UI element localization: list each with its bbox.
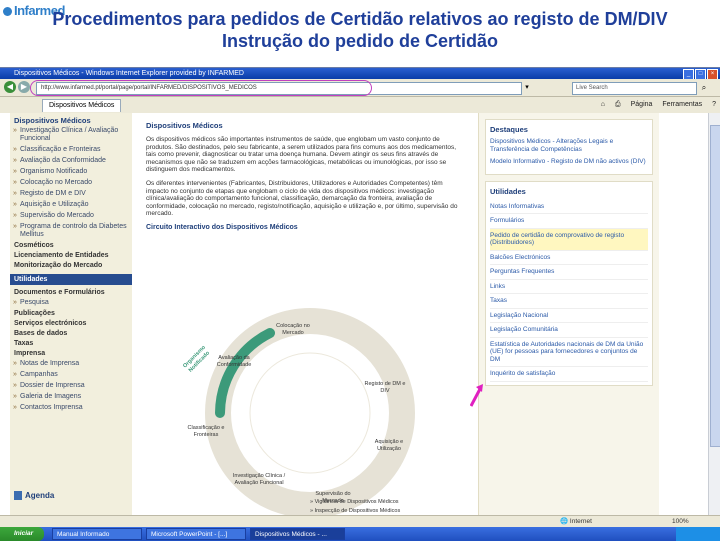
nav-link[interactable]: Cosméticos xyxy=(10,241,132,251)
go-icon[interactable]: ▾ xyxy=(522,82,532,93)
taskbar: Iniciar Manual Informado Microsoft Power… xyxy=(0,527,720,541)
nav-item[interactable]: Avaliação da Conformidade xyxy=(10,156,132,167)
help-icon[interactable]: ? xyxy=(712,99,716,111)
highlights-box: Destaques Dispositivos Médicos - Alteraç… xyxy=(485,119,653,175)
page-viewport: Dispositivos Médicos Investigação Clínic… xyxy=(0,113,708,518)
nav-item[interactable]: Programa de controlo da Diabetes Mellitu… xyxy=(10,222,132,241)
circuit-title: Circuito Interactivo dos Dispositivos Mé… xyxy=(146,223,298,231)
highlight-link[interactable]: Modelo Informativo - Registo de DM não a… xyxy=(490,158,648,166)
slide-title: Procedimentos para pedidos de Certidão r… xyxy=(0,8,720,52)
nav-item[interactable]: Supervisão do Mercado xyxy=(10,211,132,222)
utility-link[interactable]: Notas Informativas xyxy=(490,200,648,214)
utility-link[interactable]: Perguntas Frequentes xyxy=(490,265,648,280)
nav-item[interactable]: Galeria de Imagens xyxy=(10,392,132,403)
left-navigation: Dispositivos Médicos Investigação Clínic… xyxy=(10,113,132,515)
cycle-link[interactable]: » Vigilância de Dispositivos Médicos xyxy=(310,499,399,505)
taskbar-item[interactable]: Microsoft PowerPoint - [...] xyxy=(146,528,246,540)
utility-link-certidao[interactable]: Pedido de certidão de comprovativo de re… xyxy=(490,228,648,251)
vertical-scrollbar[interactable] xyxy=(708,113,720,515)
lifecycle-diagram: Colocação no Mercado Avaliação da Confor… xyxy=(160,293,460,518)
highlights-title: Destaques xyxy=(490,125,528,134)
cycle-link[interactable]: » Inspecção de Dispositivos Médicos xyxy=(310,508,400,514)
nav-item[interactable]: Pesquisa xyxy=(10,298,132,309)
tab-bar: Dispositivos Médicos ⌂ ⎙ Página Ferramen… xyxy=(0,97,720,114)
pointer-arrow-icon xyxy=(470,384,483,407)
content-heading: Dispositivos Médicos xyxy=(146,121,223,130)
nav-item[interactable]: Aquisição e Utilização xyxy=(10,200,132,211)
zone-text: Internet xyxy=(569,518,592,525)
lifecycle-paragraph: Os diferentes intervenientes (Fabricante… xyxy=(146,179,458,218)
nav-item[interactable]: Classificação e Fronteiras xyxy=(10,145,132,156)
cycle-node[interactable]: Classificação e Fronteiras xyxy=(178,425,234,438)
slide-title-line-1: Procedimentos para pedidos de Certidão r… xyxy=(52,9,668,29)
page-menu[interactable]: Página xyxy=(631,99,653,111)
nav-item[interactable]: Organismo Notificado xyxy=(10,167,132,178)
cycle-node[interactable]: Colocação no Mercado xyxy=(268,323,318,336)
window-titlebar: Dispositivos Médicos - Windows Internet … xyxy=(0,68,720,80)
cycle-link-label: Vigilância de Dispositivos Médicos xyxy=(314,499,399,505)
browser-window: Dispositivos Médicos - Windows Internet … xyxy=(0,67,720,541)
print-icon[interactable]: ⎙ xyxy=(615,99,621,111)
home-icon[interactable]: ⌂ xyxy=(601,99,605,111)
utility-link[interactable]: Legislação Comunitária xyxy=(490,323,648,338)
tab-dispositivos[interactable]: Dispositivos Médicos xyxy=(42,99,122,112)
nav-item[interactable]: Dossier de Imprensa xyxy=(10,381,132,392)
tools-menu[interactable]: Ferramentas xyxy=(662,99,702,111)
search-input[interactable]: Live Search xyxy=(572,82,697,95)
utility-link[interactable]: Legislação Nacional xyxy=(490,309,648,323)
cycle-node[interactable]: Registo de DM e DIV xyxy=(360,381,410,394)
right-sidebar: Destaques Dispositivos Médicos - Alteraç… xyxy=(478,113,659,515)
taskbar-item-active[interactable]: Dispositivos Médicos - ... xyxy=(250,528,345,540)
utility-link[interactable]: Links xyxy=(490,280,648,294)
nav-section-title: Dispositivos Médicos xyxy=(14,116,91,125)
nav-link[interactable]: Publicações xyxy=(10,309,132,319)
cycle-node[interactable]: Investigação Clínica / Avaliação Funcion… xyxy=(230,473,288,486)
main-content: Dispositivos Médicos Os dispositivos méd… xyxy=(140,113,470,518)
cycle-link-label: Inspecção de Dispositivos Médicos xyxy=(314,508,401,514)
start-button[interactable]: Iniciar xyxy=(0,527,44,541)
address-bar: ◀ ▶ http://www.infarmed.pt/portal/page/p… xyxy=(0,79,720,97)
nav-link[interactable]: Bases de dados xyxy=(10,329,132,339)
nav-item[interactable]: Colocação no Mercado xyxy=(10,178,132,189)
search-icon[interactable]: ⌕ xyxy=(698,82,710,93)
utilities-title: Utilidades xyxy=(490,186,526,196)
intro-paragraph: Os dispositivos médicos são importantes … xyxy=(146,136,457,174)
taskbar-item[interactable]: Manual Informado xyxy=(52,528,142,540)
back-icon[interactable]: ◀ xyxy=(4,81,16,93)
slide-title-line-2: Instrução do pedido de Certidão xyxy=(221,31,499,51)
nav-link[interactable]: Imprensa xyxy=(10,349,132,359)
nav-item[interactable]: Campanhas xyxy=(10,370,132,381)
url-highlight-ellipse xyxy=(30,80,372,96)
cycle-node[interactable]: Aquisição e Utilização xyxy=(364,439,414,452)
utility-link[interactable]: Inquérito de satisfação xyxy=(490,367,648,382)
forward-icon[interactable]: ▶ xyxy=(18,81,30,93)
nav-link[interactable]: Serviços electrónicos xyxy=(10,319,132,329)
utility-link[interactable]: Balcões Electrónicos xyxy=(490,251,648,265)
nav-item[interactable]: Contactos Imprensa xyxy=(10,403,132,414)
nav-link[interactable]: Documentos e Formulários xyxy=(10,288,132,298)
agenda-label: Agenda xyxy=(25,491,55,500)
nav-item[interactable]: Investigação Clínica / Avaliação Funcion… xyxy=(10,126,132,145)
nav-link[interactable]: Taxas xyxy=(10,339,132,349)
system-tray xyxy=(676,527,720,541)
nav-item[interactable]: Registo de DM e DIV xyxy=(10,189,132,200)
nav-active-item[interactable]: Utilidades xyxy=(10,274,132,285)
calendar-icon xyxy=(14,491,22,501)
nav-item[interactable]: Notas de Imprensa xyxy=(10,359,132,370)
agenda-link[interactable]: Agenda xyxy=(14,491,55,501)
highlight-link[interactable]: Dispositivos Médicos - Alterações Legais… xyxy=(490,138,648,153)
scrollbar-thumb[interactable] xyxy=(710,125,720,447)
utility-link[interactable]: Taxas xyxy=(490,294,648,309)
nav-link[interactable]: Licenciamento de Entidades xyxy=(10,251,132,261)
window-title: Dispositivos Médicos - Windows Internet … xyxy=(14,70,244,77)
utility-link[interactable]: Estatística de Autoridades nacionais de … xyxy=(490,338,648,367)
cycle-node[interactable]: Avaliação da Conformidade xyxy=(206,355,262,368)
tab-label: Dispositivos Médicos xyxy=(49,102,115,109)
utilities-box: Utilidades Notas Informativas Formulário… xyxy=(485,180,653,386)
utility-link[interactable]: Formulários xyxy=(490,214,648,229)
nav-link[interactable]: Monitorização do Mercado xyxy=(10,261,132,271)
